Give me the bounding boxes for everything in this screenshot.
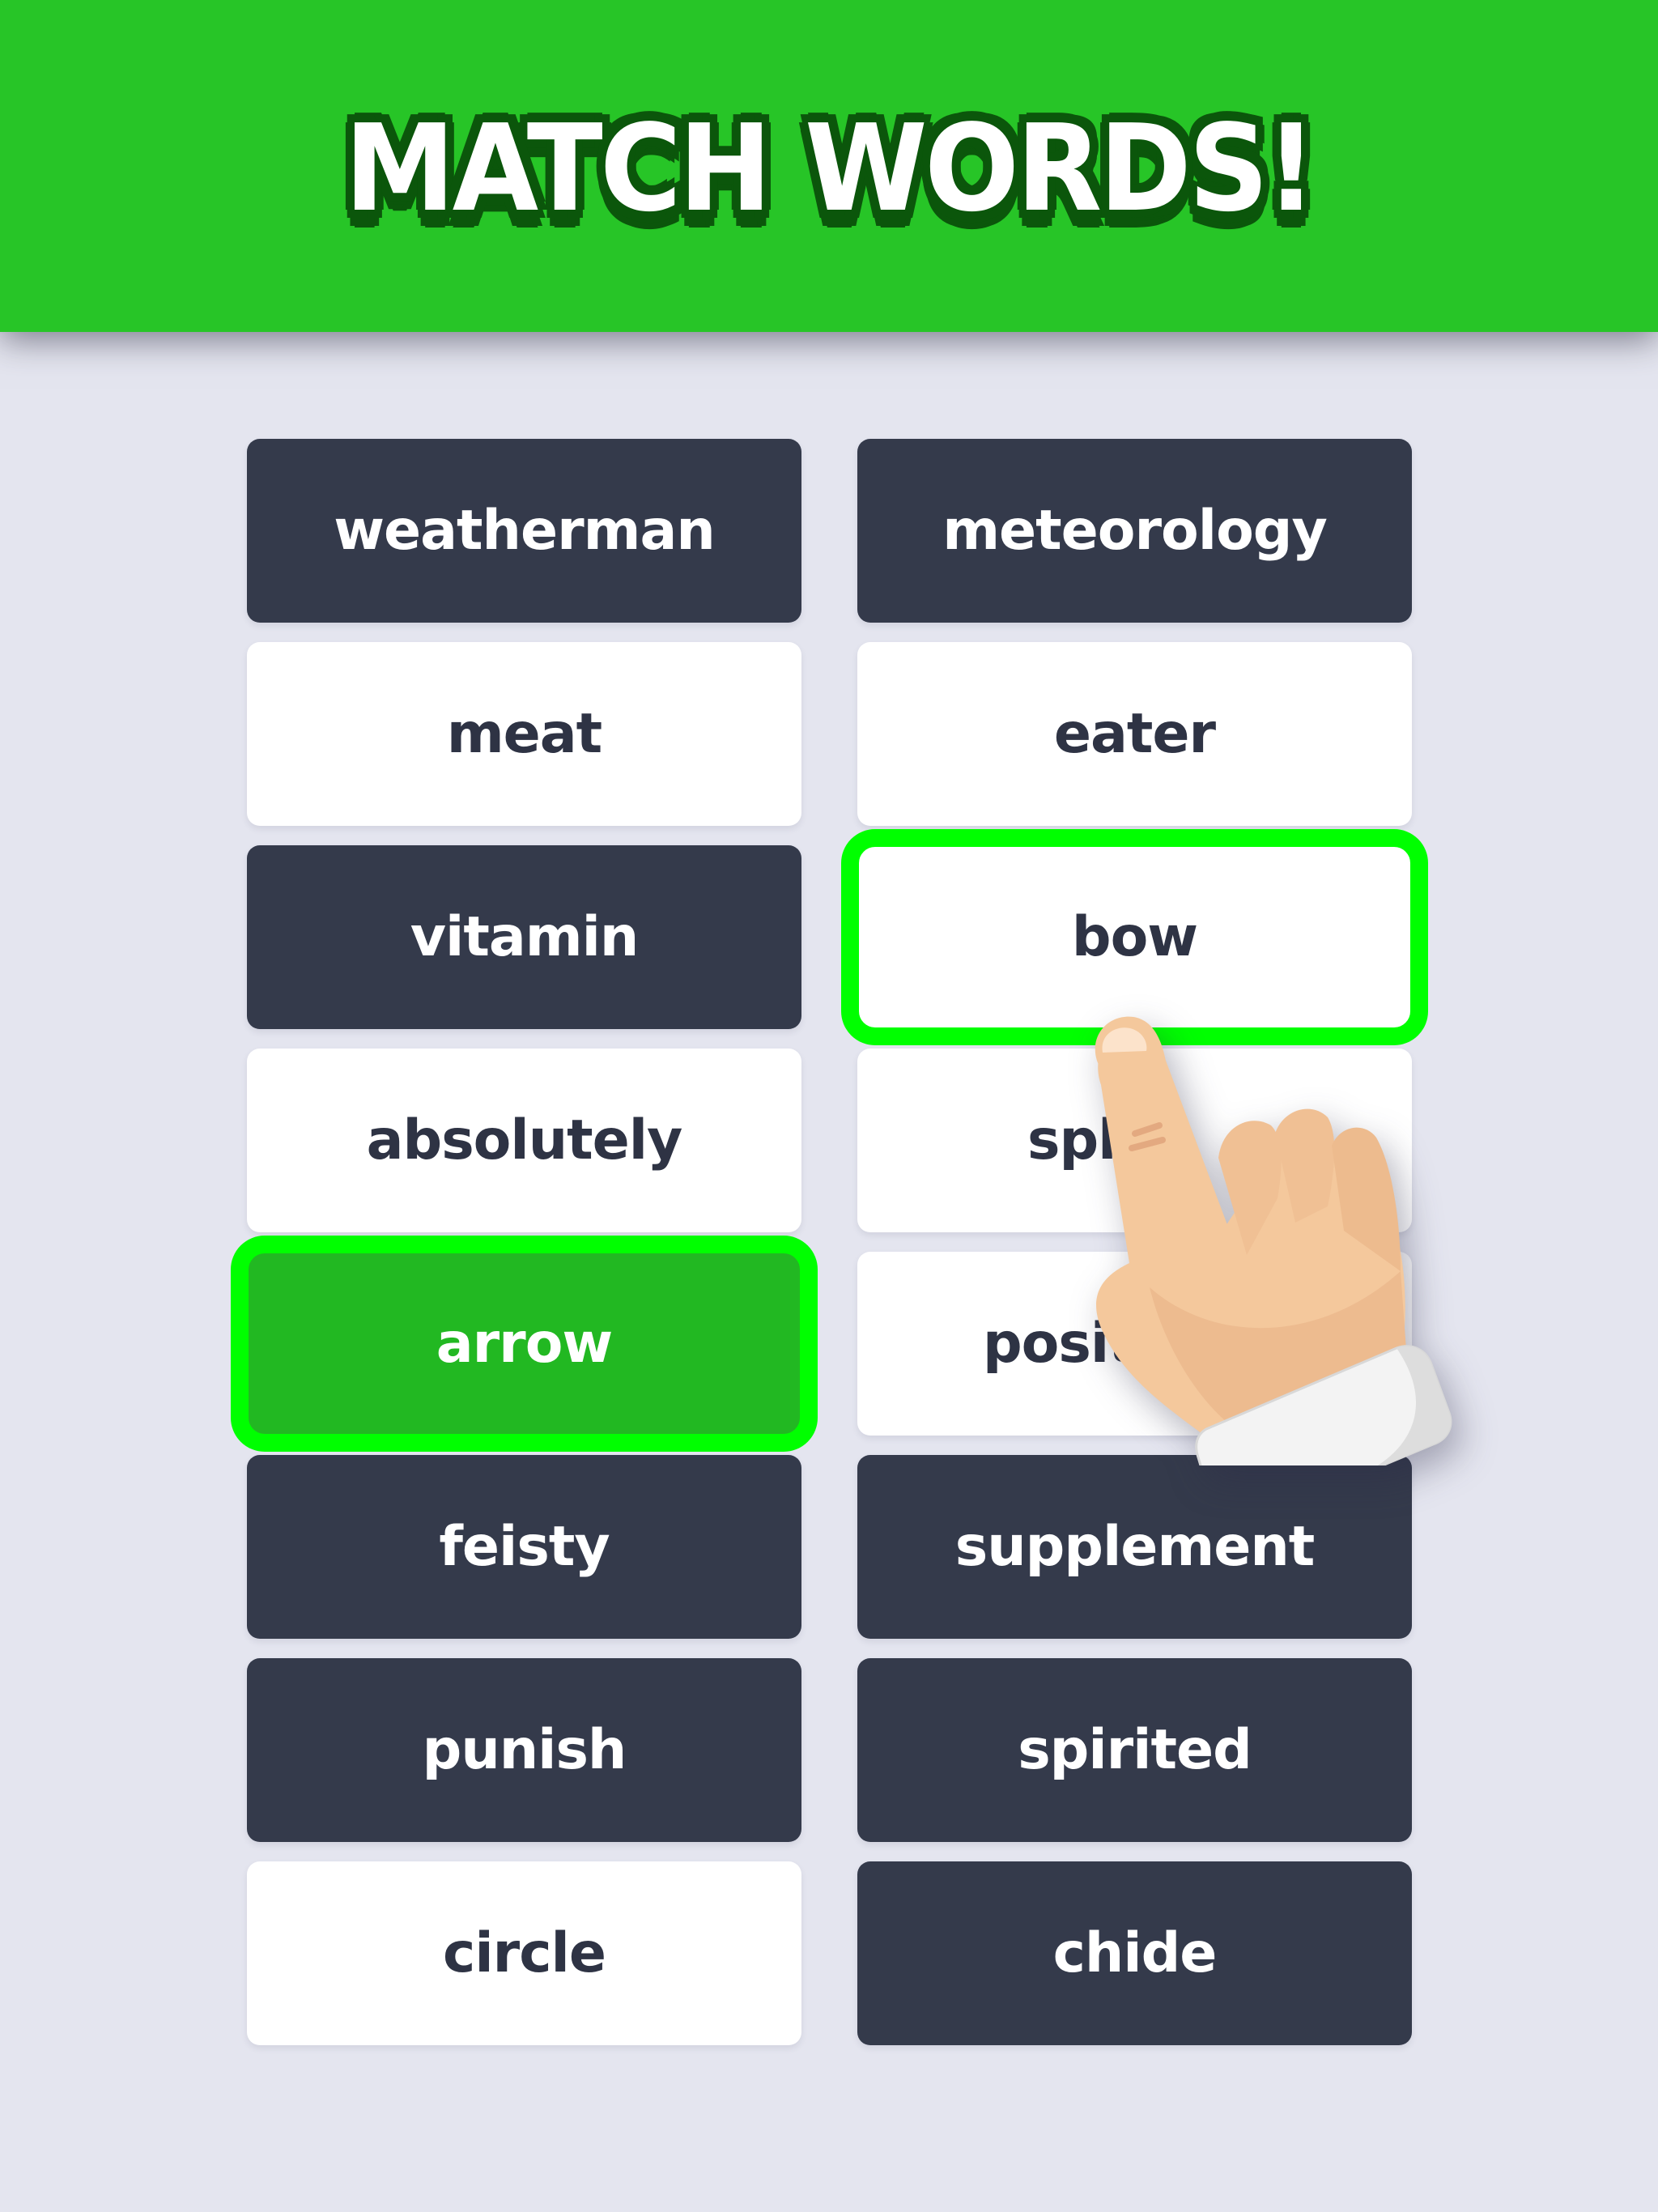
word-label: punish <box>422 1718 627 1782</box>
word-card-left-1[interactable]: weatherman <box>247 439 801 623</box>
word-label: spirited <box>1018 1718 1252 1782</box>
word-card-left-3[interactable]: vitamin <box>247 845 801 1029</box>
word-label: weatherman <box>334 499 716 563</box>
word-label: meteorology <box>942 499 1328 563</box>
word-card-right-1[interactable]: meteorology <box>857 439 1412 623</box>
word-label: vitamin <box>410 905 640 969</box>
word-card-right-2[interactable]: eater <box>857 642 1412 826</box>
word-label: circle <box>443 1921 606 1985</box>
word-label: supplement <box>954 1515 1316 1579</box>
word-card-left-7[interactable]: punish <box>247 1658 801 1842</box>
word-card-left-8[interactable]: circle <box>247 1861 801 2045</box>
word-label: feisty <box>439 1515 610 1579</box>
page-title: MATCH WORDS! <box>344 99 1316 238</box>
header-banner: MATCH WORDS! <box>0 0 1658 332</box>
pointing-hand-icon <box>1095 1016 1452 1465</box>
word-card-left-5[interactable]: arrow <box>231 1236 818 1452</box>
word-label: bow <box>1071 905 1198 969</box>
word-card-right-7[interactable]: spirited <box>857 1658 1412 1842</box>
word-label: arrow <box>436 1312 613 1376</box>
word-card-right-8[interactable]: chide <box>857 1861 1412 2045</box>
word-label: absolutely <box>366 1108 683 1172</box>
word-card-left-2[interactable]: meat <box>247 642 801 826</box>
word-label: eater <box>1053 702 1216 766</box>
word-label: chide <box>1052 1921 1218 1985</box>
word-label: meat <box>446 702 602 766</box>
word-card-right-6[interactable]: supplement <box>857 1455 1412 1639</box>
word-card-left-6[interactable]: feisty <box>247 1455 801 1639</box>
word-card-left-4[interactable]: absolutely <box>247 1049 801 1232</box>
